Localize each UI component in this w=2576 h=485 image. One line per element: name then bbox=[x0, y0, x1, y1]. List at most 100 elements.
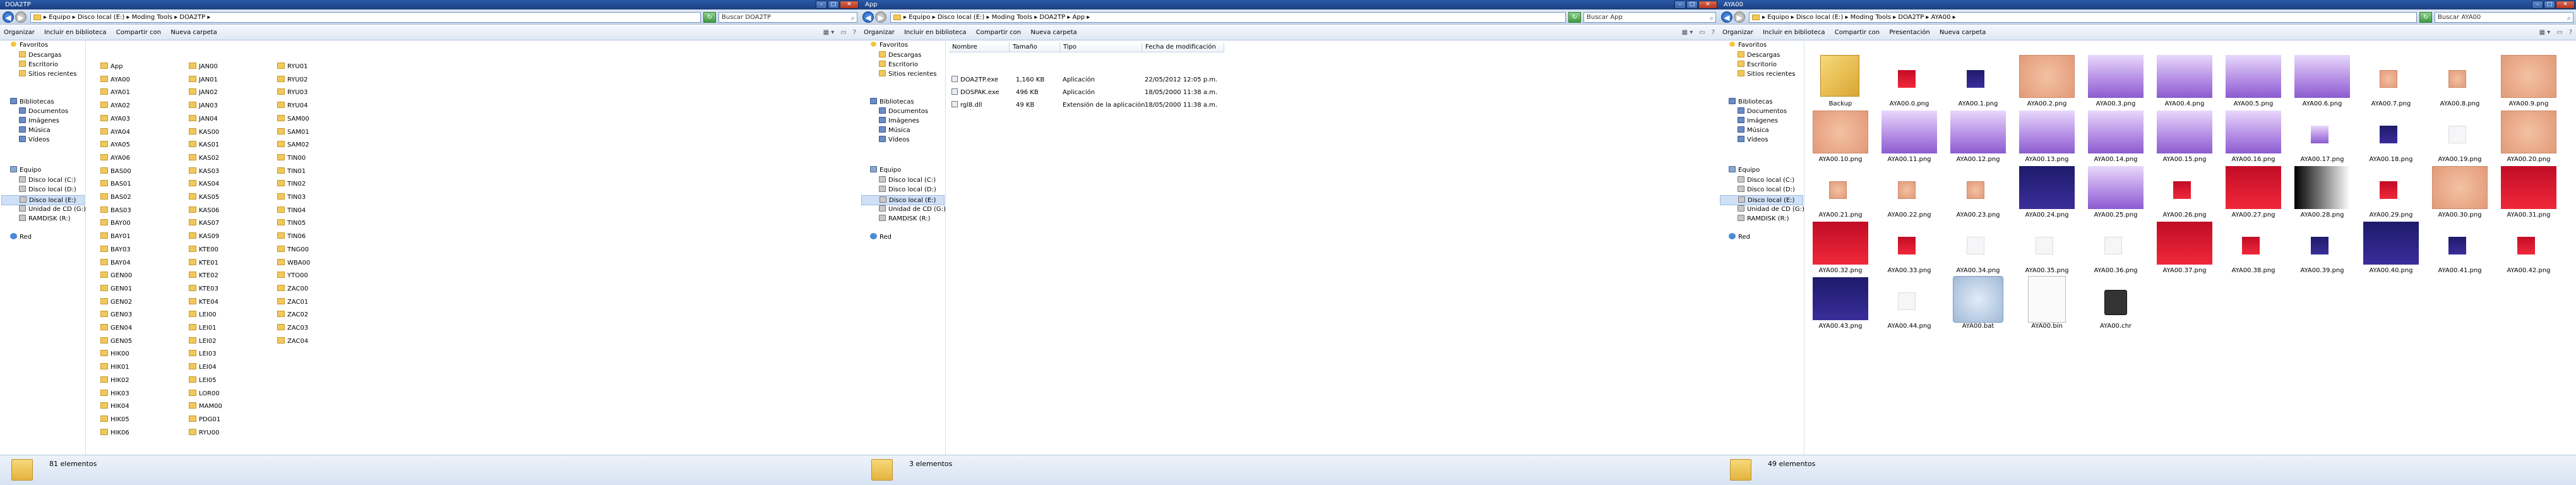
nav-item-documents[interactable]: Documentos bbox=[1738, 107, 1787, 117]
help-icon[interactable]: ? bbox=[2569, 29, 2572, 36]
toolbar-button[interactable]: Nueva carpeta bbox=[170, 29, 217, 36]
folder-item[interactable]: HIK02 bbox=[100, 376, 129, 386]
folder-item[interactable]: KAS07 bbox=[189, 219, 219, 229]
nav-item-ramdisk-r[interactable]: RAMDISK (R:) bbox=[879, 214, 931, 224]
back-button[interactable]: ◀ bbox=[3, 11, 14, 23]
nav-item-libraries[interactable]: Bibliotecas bbox=[10, 97, 54, 107]
folder-item[interactable]: LEI00 bbox=[189, 310, 217, 320]
toolbar-button[interactable]: Compartir con bbox=[976, 29, 1021, 36]
file-tile[interactable]: AYA00.5.png bbox=[2219, 51, 2287, 114]
folder-item[interactable]: YTO00 bbox=[277, 271, 308, 281]
file-tile[interactable]: AYA00.27.png bbox=[2219, 162, 2287, 225]
toolbar-button[interactable]: Compartir con bbox=[116, 29, 161, 36]
column-header[interactable]: Tipo bbox=[1060, 42, 1142, 52]
view-options-icon[interactable]: ▦ ▾ bbox=[823, 29, 835, 36]
folder-item[interactable]: AYA05 bbox=[100, 140, 130, 150]
toolbar-button[interactable]: Organizar bbox=[4, 29, 35, 36]
folder-item[interactable]: LOR00 bbox=[189, 389, 220, 399]
folder-item[interactable]: GEN01 bbox=[100, 284, 132, 294]
folder-item[interactable]: AYA06 bbox=[100, 153, 130, 164]
file-tile[interactable]: AYA00.40.png bbox=[2357, 218, 2425, 281]
nav-item-ramdisk-r[interactable]: RAMDISK (R:) bbox=[1738, 214, 1789, 224]
folder-item[interactable]: KAS00 bbox=[189, 128, 219, 138]
folder-item[interactable]: KAS09 bbox=[189, 232, 219, 242]
nav-item-cd-drive-g[interactable]: Unidad de CD (G:) bbox=[19, 205, 86, 215]
search-input[interactable]: Buscar App ⌕ bbox=[1583, 12, 1716, 23]
folder-item[interactable]: LEI04 bbox=[189, 362, 217, 373]
maximize-button[interactable]: □ bbox=[1686, 1, 1698, 9]
folder-item[interactable]: GEN03 bbox=[100, 310, 132, 320]
folder-item[interactable]: ZAC01 bbox=[277, 297, 308, 308]
folder-item[interactable]: SAM00 bbox=[277, 114, 309, 124]
column-header[interactable]: Tamaño bbox=[1010, 42, 1060, 52]
folder-item[interactable]: KAS05 bbox=[189, 193, 219, 203]
folder-item[interactable]: BAS00 bbox=[100, 167, 131, 177]
folder-item[interactable]: BAY01 bbox=[100, 232, 131, 242]
folder-item[interactable]: KTE01 bbox=[189, 258, 218, 268]
close-button[interactable]: ✕ bbox=[840, 1, 859, 9]
file-tile[interactable]: AYA00.32.png bbox=[1806, 218, 1875, 281]
forward-button[interactable]: ▶ bbox=[15, 11, 27, 23]
nav-item-desktop[interactable]: Escritorio bbox=[879, 60, 918, 70]
nav-item-videos[interactable]: Vídeos bbox=[19, 135, 49, 145]
back-button[interactable]: ◀ bbox=[1721, 11, 1732, 23]
folder-item[interactable]: JAN02 bbox=[189, 88, 218, 98]
folder-item[interactable]: JAN04 bbox=[189, 114, 218, 124]
folder-item[interactable]: TIN02 bbox=[277, 179, 306, 189]
file-tile[interactable]: AYA00.13.png bbox=[2013, 107, 2081, 170]
folder-item[interactable]: KAS03 bbox=[189, 167, 219, 177]
search-input[interactable]: Buscar DOA2TP ⌕ bbox=[719, 12, 857, 23]
nav-item-recent-places[interactable]: Sitios recientes bbox=[19, 69, 76, 80]
file-tile[interactable]: AYA00.33.png bbox=[1875, 218, 1943, 281]
minimize-button[interactable]: – bbox=[1674, 1, 1686, 9]
toolbar-button[interactable]: Nueva carpeta bbox=[1940, 29, 1986, 36]
file-tile[interactable]: AYA00.24.png bbox=[2013, 162, 2081, 225]
nav-item-local-disk-c[interactable]: Disco local (C:) bbox=[19, 176, 76, 186]
address-bar[interactable]: ▸ Equipo ▸ Disco local (E:) ▸ Moding Too… bbox=[30, 12, 701, 23]
file-tile[interactable]: AYA00.bat bbox=[1944, 273, 2012, 337]
file-tile[interactable]: AYA00.15.png bbox=[2150, 107, 2219, 170]
folder-item[interactable]: LEI05 bbox=[189, 376, 217, 386]
folder-item[interactable]: JAN03 bbox=[189, 101, 218, 111]
folder-item[interactable]: SAM01 bbox=[277, 128, 309, 138]
nav-item-libraries[interactable]: Bibliotecas bbox=[1729, 97, 1773, 107]
file-tile[interactable]: AYA00.44.png bbox=[1875, 273, 1943, 337]
toolbar-button[interactable]: Compartir con bbox=[1835, 29, 1880, 36]
folder-item[interactable]: KTE03 bbox=[189, 284, 218, 294]
file-tile[interactable]: AYA00.11.png bbox=[1875, 107, 1943, 170]
nav-item-ramdisk-r[interactable]: RAMDISK (R:) bbox=[19, 214, 71, 224]
nav-item-documents[interactable]: Documentos bbox=[19, 107, 68, 117]
preview-pane-icon[interactable]: ▭ bbox=[2556, 29, 2562, 36]
column-header[interactable]: Fecha de modificación bbox=[1142, 42, 1224, 52]
close-button[interactable]: ✕ bbox=[1698, 1, 1717, 9]
toolbar-button[interactable]: Organizar bbox=[864, 29, 895, 36]
nav-item-local-disk-c[interactable]: Disco local (C:) bbox=[1738, 176, 1794, 186]
file-tile[interactable]: AYA00.25.png bbox=[2082, 162, 2150, 225]
folder-item[interactable]: KAS06 bbox=[189, 206, 219, 216]
toolbar-button[interactable]: Incluir en biblioteca bbox=[1763, 29, 1825, 36]
nav-item-recent-places[interactable]: Sitios recientes bbox=[1738, 69, 1795, 80]
file-tile[interactable]: AYA00.14.png bbox=[2082, 107, 2150, 170]
address-bar[interactable]: ▸ Equipo ▸ Disco local (E:) ▸ Moding Too… bbox=[890, 12, 1566, 23]
folder-item[interactable]: AYA02 bbox=[100, 101, 130, 111]
nav-item-local-disk-d[interactable]: Disco local (D:) bbox=[1738, 185, 1795, 195]
preview-pane-icon[interactable]: ▭ bbox=[840, 29, 846, 36]
folder-item[interactable]: KAS04 bbox=[189, 179, 219, 189]
folder-item[interactable]: JAN01 bbox=[189, 75, 218, 85]
nav-item-images[interactable]: Imágenes bbox=[879, 116, 919, 126]
file-tile[interactable]: AYA00.38.png bbox=[2219, 218, 2287, 281]
nav-item-documents[interactable]: Documentos bbox=[879, 107, 928, 117]
nav-item-favorites[interactable]: Favoritos bbox=[1729, 40, 1767, 51]
nav-item-images[interactable]: Imágenes bbox=[1738, 116, 1778, 126]
nav-item-videos[interactable]: Vídeos bbox=[879, 135, 909, 145]
nav-item-computer[interactable]: Equipo bbox=[10, 165, 41, 176]
folder-item[interactable]: HIK06 bbox=[100, 428, 129, 438]
nav-item-local-disk-e[interactable]: Disco local (E:) bbox=[1720, 195, 1803, 205]
nav-item-local-disk-d[interactable]: Disco local (D:) bbox=[879, 185, 936, 195]
folder-item[interactable]: TNG00 bbox=[277, 245, 309, 255]
refresh-button[interactable]: ↻ bbox=[2419, 12, 2432, 23]
nav-item-network[interactable]: Red bbox=[10, 232, 32, 242]
folder-item[interactable]: KAS02 bbox=[189, 153, 219, 164]
folder-item[interactable]: ZAC02 bbox=[277, 310, 308, 320]
folder-item[interactable]: GEN04 bbox=[100, 323, 132, 333]
